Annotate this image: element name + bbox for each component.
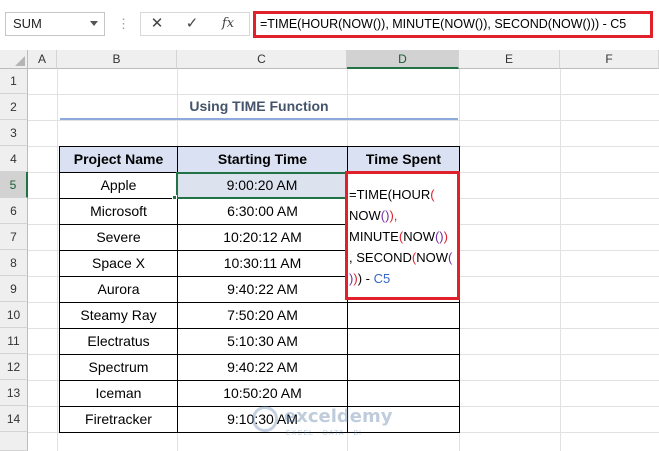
row-header-7[interactable]: 7 [0,224,28,250]
formula-buttons: ✕ ✓ fx [140,12,250,36]
row-header-15[interactable] [0,432,28,451]
cell-project-name[interactable]: Microsoft [60,199,178,225]
formula-token: () [434,229,444,244]
cell-project-name[interactable]: Electratus [60,329,178,355]
column-header-c[interactable]: C [177,50,347,69]
gridline [28,120,659,121]
row-header-9[interactable]: 9 [0,276,28,302]
formula-token: =TIME(HOUR [349,187,431,202]
insert-function-icon[interactable]: fx [214,13,242,35]
cell-starting-time[interactable]: 10:20:12 AM [178,225,348,251]
cell-starting-time[interactable]: 10:30:11 AM [178,251,348,277]
header-project-name[interactable]: Project Name [60,147,178,173]
formula-token: C5 [373,271,391,286]
cell-starting-time[interactable]: 9:40:22 AM [178,355,348,381]
column-header-f[interactable]: F [560,50,659,69]
select-all-icon [15,56,25,66]
formula-token: - [362,271,374,286]
cell-time-spent[interactable] [348,355,460,381]
gridline [560,69,561,451]
chevron-down-icon[interactable] [90,21,98,26]
row-header-3[interactable]: 3 [0,120,28,146]
formula-bar-separator: ⋮ [117,16,131,31]
formula-line-1: =TIME(HOUR( [349,184,457,205]
row-header-12[interactable]: 12 [0,354,28,380]
formula-input[interactable]: =TIME(HOUR(NOW()), MINUTE(NOW()), SECOND… [253,11,653,38]
formula-token: NOW [416,250,448,265]
cell-project-name[interactable]: Iceman [60,381,178,407]
watermark: exceldemy EXCEL · DATA · BI [252,404,412,444]
cell-starting-time[interactable]: 7:50:20 AM [178,303,348,329]
cell-project-name[interactable]: Space X [60,251,178,277]
cell-project-name[interactable]: Apple [60,173,178,199]
formula-line-3: MINUTE(NOW()) [349,226,457,247]
formula-token: ( [447,250,453,265]
cell-starting-time[interactable]: 9:40:22 AM [178,277,348,303]
formula-token: ( [430,187,435,202]
cell-project-name[interactable]: Firetracker [60,407,178,433]
cell-project-name[interactable]: Spectrum [60,355,178,381]
row-header-8[interactable]: 8 [0,250,28,276]
cell-project-name[interactable]: Steamy Ray [60,303,178,329]
cell-starting-time[interactable]: 5:10:30 AM [178,329,348,355]
formula-line-5: ))) - C5 [349,268,457,289]
row-header-13[interactable]: 13 [0,380,28,406]
select-all-corner[interactable] [0,50,28,69]
header-starting-time[interactable]: Starting Time [178,147,348,173]
cell-time-spent[interactable] [348,329,460,355]
name-box[interactable]: SUM [5,12,105,36]
cell-project-name[interactable]: Aurora [60,277,178,303]
cell-starting-time-selected[interactable]: 9:00:20 AM [176,172,348,199]
row-header-1[interactable]: 1 [0,69,28,94]
cell-starting-time[interactable]: 6:30:00 AM [178,199,348,225]
watermark-tagline: EXCEL · DATA · BI [286,430,362,437]
cell-time-spent[interactable] [348,303,460,329]
column-header-e[interactable]: E [459,50,560,69]
formula-token: ), [389,208,398,223]
cell-edit-formula[interactable]: =TIME(HOUR( NOW()), MINUTE(NOW()) , SECO… [345,171,460,300]
cancel-icon[interactable]: ✕ [143,13,171,35]
formula-bar: SUM ⋮ ✕ ✓ fx =TIME(HOUR(NOW()), MINUTE(N… [0,0,659,50]
cell-project-name[interactable]: Severe [60,225,178,251]
formula-token: ) [443,229,448,244]
column-header-b[interactable]: B [57,50,177,69]
row-header-11[interactable]: 11 [0,328,28,354]
row-header-10[interactable]: 10 [0,302,28,328]
row-header-4[interactable]: 4 [0,146,28,172]
name-box-value: SUM [13,16,42,31]
row-header-5[interactable]: 5 [0,172,28,198]
enter-icon[interactable]: ✓ [178,13,206,35]
formula-line-4: , SECOND(NOW( [349,247,457,268]
header-time-spent[interactable]: Time Spent [348,147,460,173]
formula-token: NOW [349,208,381,223]
watermark-name: exceldemy [284,406,393,427]
formula-line-2: NOW()), [349,205,457,226]
column-header-d[interactable]: D [347,50,459,69]
formula-token: NOW [403,229,435,244]
formula-token: , SECOND [349,250,412,265]
exceldemy-logo-icon [252,406,278,432]
row-header-6[interactable]: 6 [0,198,28,224]
sheet-title: Using TIME Function [60,93,458,120]
row-header-2[interactable]: 2 [0,94,28,120]
gridline [57,69,58,451]
formula-token: MINUTE [349,229,399,244]
row-header-14[interactable]: 14 [0,406,28,432]
column-header-a[interactable]: A [28,50,57,69]
